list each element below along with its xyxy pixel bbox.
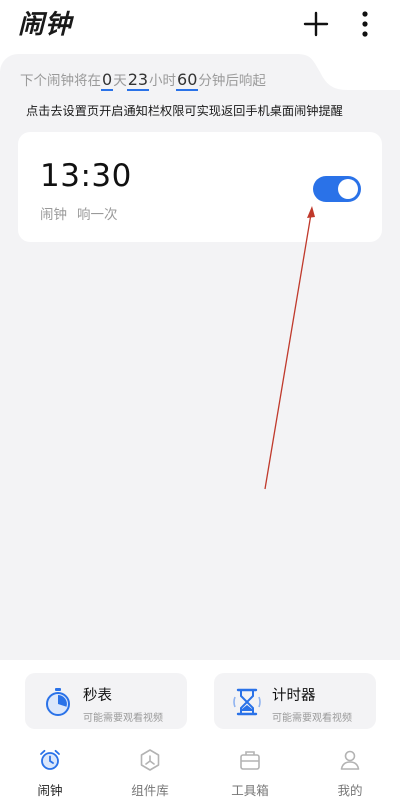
alarm-enable-toggle[interactable] xyxy=(313,176,361,202)
person-icon xyxy=(340,750,360,770)
countdown-days: 0 xyxy=(101,70,114,91)
nav-item-widgets[interactable]: 组件库 xyxy=(110,748,190,799)
alarm-repeat: 响一次 xyxy=(77,207,118,223)
alarm-time: 13:30 xyxy=(40,158,132,194)
alarm-clock-icon xyxy=(40,749,60,770)
nav-item-me[interactable]: 我的 xyxy=(310,748,390,799)
more-vertical-icon[interactable] xyxy=(354,10,376,38)
timer-title: 计时器 xyxy=(272,688,316,704)
stopwatch-card[interactable]: 秒表 可能需要观看视频 xyxy=(25,673,187,729)
toggle-knob xyxy=(338,179,358,199)
panel-tab-curve xyxy=(292,54,400,94)
nav-label-widgets: 组件库 xyxy=(131,783,169,798)
countdown-days-unit: 天 xyxy=(113,73,127,89)
next-alarm-countdown: 下个闹钟将在0天23小时60分钟后响起 xyxy=(20,69,266,91)
nav-label-alarm: 闹钟 xyxy=(37,783,63,798)
toolbox-icon xyxy=(240,751,260,770)
app-header: 闹钟 xyxy=(0,0,400,52)
timer-card[interactable]: 计时器 可能需要观看视频 xyxy=(214,673,376,729)
nav-label-toolbox: 工具箱 xyxy=(231,783,269,798)
alarm-card[interactable]: 13:30 闹钟 响一次 xyxy=(18,132,382,242)
alarm-subtitle: 闹钟 响一次 xyxy=(40,203,118,223)
countdown-prefix: 下个闹钟将在 xyxy=(20,73,101,89)
alarm-label: 闹钟 xyxy=(40,207,67,223)
nav-item-toolbox[interactable]: 工具箱 xyxy=(210,748,290,799)
countdown-hours: 23 xyxy=(126,70,150,91)
hourglass-icon xyxy=(233,688,261,716)
countdown-minutes: 60 xyxy=(176,70,199,91)
stopwatch-subtitle: 可能需要观看视频 xyxy=(83,713,163,724)
nav-item-alarm[interactable]: 闹钟 xyxy=(10,748,90,799)
stopwatch-icon xyxy=(46,688,70,716)
timer-subtitle: 可能需要观看视频 xyxy=(272,713,352,724)
countdown-hours-unit: 小时 xyxy=(149,73,177,89)
notification-permission-notice[interactable]: 点击去设置页开启通知栏权限可实现返回手机桌面闹钟提醒 xyxy=(26,101,386,119)
bottom-nav: 闹钟 组件库 工具箱 我的 xyxy=(0,742,400,802)
widget-icon xyxy=(140,749,160,771)
app-title: 闹钟 xyxy=(18,10,73,40)
stopwatch-title: 秒表 xyxy=(83,688,112,704)
nav-label-me: 我的 xyxy=(337,783,363,798)
plus-icon[interactable] xyxy=(302,10,330,38)
countdown-suffix: 分钟后响起 xyxy=(198,73,266,89)
